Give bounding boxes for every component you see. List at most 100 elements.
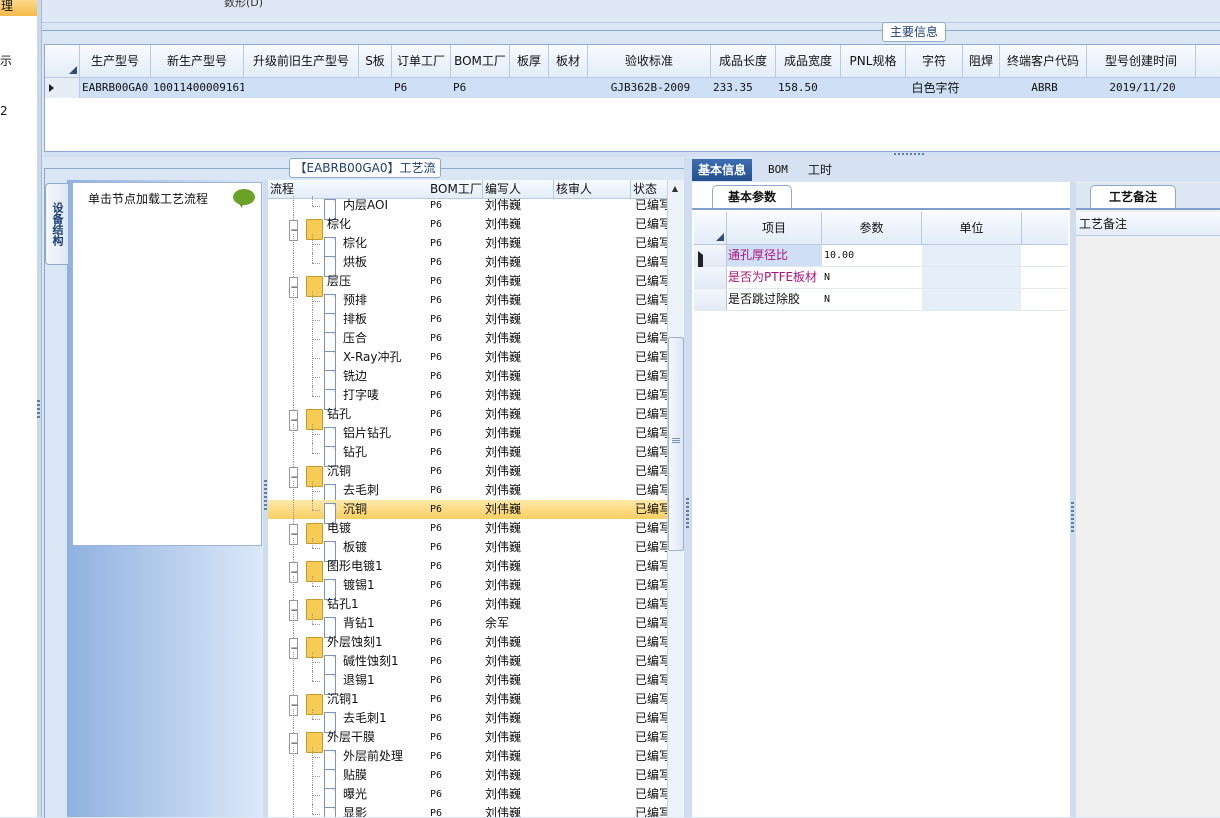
tree-row[interactable]: 烘板 P6 刘伟巍 已编写 bbox=[268, 253, 667, 277]
param-unit[interactable] bbox=[922, 289, 1021, 310]
tab-basic-params[interactable]: 基本参数 bbox=[712, 185, 792, 208]
tree-scroll-thumb[interactable] bbox=[668, 337, 684, 551]
nav-item-label[interactable]: 2 bbox=[0, 104, 8, 118]
main-cell[interactable]: 白色字符 bbox=[906, 78, 963, 98]
tree-row[interactable]: 外层前处理 P6 刘伟巍 已编写 bbox=[268, 747, 667, 771]
main-cell[interactable] bbox=[510, 78, 549, 98]
tree-row[interactable]: 去毛刺 P6 刘伟巍 已编写 bbox=[268, 481, 667, 505]
param-row[interactable]: 是否跳过除胶 N bbox=[694, 289, 1068, 311]
param-unit[interactable] bbox=[922, 267, 1021, 288]
main-col-header[interactable]: 新生产型号 bbox=[151, 45, 244, 78]
param-row[interactable]: 通孔厚径比 10.00 bbox=[694, 245, 1068, 280]
tree-row[interactable]: 压合 P6 刘伟巍 已编写 bbox=[268, 329, 667, 353]
main-col-header[interactable]: BOM工厂 bbox=[451, 45, 510, 78]
main-cell[interactable]: EABRB00GA0 bbox=[80, 78, 151, 98]
main-cell[interactable]: 158.50 bbox=[776, 78, 841, 98]
nav-item-active[interactable]: 理 bbox=[0, 0, 38, 16]
nav-item-label[interactable]: 示 bbox=[0, 52, 12, 69]
main-cell[interactable]: P6 bbox=[451, 78, 510, 98]
row-indicator[interactable] bbox=[694, 289, 727, 310]
main-col-header[interactable]: 验收标准 bbox=[588, 45, 711, 78]
tree-row[interactable]: −电镀P6刘伟巍已编写 bbox=[268, 519, 667, 545]
tree-row[interactable]: 板镀 P6 刘伟巍 已编写 bbox=[268, 538, 667, 562]
tree-row[interactable]: −外层蚀刻1P6刘伟巍已编写 bbox=[268, 633, 667, 659]
tab-bom[interactable]: BOM bbox=[762, 159, 794, 181]
tree-row[interactable]: −钻孔P6刘伟巍已编写 bbox=[268, 405, 667, 431]
note-col-header[interactable]: 工艺备注 bbox=[1076, 212, 1220, 236]
tree-row[interactable]: 预排 P6 刘伟巍 已编写 bbox=[268, 291, 667, 315]
main-col-header[interactable]: 板材 bbox=[549, 45, 588, 78]
row-indicator[interactable] bbox=[694, 245, 727, 280]
tab-device-structure[interactable]: 设备结构 bbox=[45, 183, 68, 265]
tree-row[interactable]: −沉铜1P6刘伟巍已编写 bbox=[268, 690, 667, 716]
param-value[interactable]: N bbox=[822, 289, 922, 310]
scroll-up-icon[interactable]: ▲ bbox=[668, 182, 682, 196]
param-value[interactable]: 10.00 bbox=[822, 245, 922, 266]
tree-row[interactable]: X-Ray冲孔 P6 刘伟巍 已编写 bbox=[268, 348, 667, 372]
middle-splitter[interactable] bbox=[684, 158, 692, 817]
tree-row[interactable]: −钻孔1P6刘伟巍已编写 bbox=[268, 595, 667, 621]
tree-cell-name: 外层蚀刻1 bbox=[327, 635, 383, 649]
tree-row[interactable]: 排板 P6 刘伟巍 已编写 bbox=[268, 310, 667, 334]
tree-row[interactable]: −棕化P6刘伟巍已编写 bbox=[268, 215, 667, 241]
tree-row[interactable]: −图形电镀1P6刘伟巍已编写 bbox=[268, 557, 667, 583]
main-col-header[interactable]: 成品宽度 bbox=[776, 45, 841, 78]
main-col-header[interactable]: 字符 bbox=[906, 45, 963, 78]
tab-process-notes[interactable]: 工艺备注 bbox=[1090, 185, 1176, 208]
tree-row[interactable]: −层压P6刘伟巍已编写 bbox=[268, 272, 667, 298]
grid-corner[interactable] bbox=[45, 45, 80, 78]
tree-row[interactable]: −外层干膜P6刘伟巍已编写 bbox=[268, 728, 667, 754]
main-cell[interactable] bbox=[841, 78, 906, 98]
tree-row[interactable]: 贴膜 P6 刘伟巍 已编写 bbox=[268, 766, 667, 790]
main-col-header[interactable]: 生产型号 bbox=[80, 45, 151, 78]
horizontal-splitter[interactable] bbox=[44, 152, 1220, 157]
param-col-header[interactable]: 项目 bbox=[727, 212, 822, 245]
param-col-header[interactable]: 参数 bbox=[822, 212, 922, 245]
tab-basic-info[interactable]: 基本信息 bbox=[692, 159, 753, 181]
main-col-header[interactable]: 订单工厂 bbox=[392, 45, 451, 78]
tree-row[interactable]: 碱性蚀刻1 P6 刘伟巍 已编写 bbox=[268, 652, 667, 676]
tree-row[interactable]: 背钻1 P6 余军 已编写 bbox=[268, 614, 667, 638]
main-cell[interactable]: 233.35 bbox=[711, 78, 776, 98]
tab-worktime[interactable]: 工时 bbox=[802, 159, 838, 181]
tree-row[interactable]: 铝片钻孔 P6 刘伟巍 已编写 bbox=[268, 424, 667, 448]
main-col-header[interactable]: 升级前旧生产型号 bbox=[244, 45, 359, 78]
tree-row[interactable]: 内层AOI P6 刘伟巍 已编写 bbox=[268, 196, 667, 220]
tree-row[interactable]: 显影 P6 刘伟巍 已编写 bbox=[268, 804, 667, 817]
main-col-header[interactable]: 阻焊 bbox=[963, 45, 1000, 78]
tree-row[interactable]: 钻孔 P6 刘伟巍 已编写 bbox=[268, 443, 667, 467]
grid-corner[interactable] bbox=[694, 212, 727, 245]
main-cell[interactable]: 10011400009161 bbox=[151, 78, 244, 98]
main-cell[interactable]: ABRB bbox=[1000, 78, 1087, 98]
main-col-header[interactable]: 终端客户代码 bbox=[1000, 45, 1087, 78]
main-cell[interactable] bbox=[244, 78, 359, 98]
main-cell[interactable] bbox=[549, 78, 588, 98]
tree-row[interactable]: 镀锡1 P6 刘伟巍 已编写 bbox=[268, 576, 667, 600]
main-col-header[interactable]: 板厚 bbox=[510, 45, 549, 78]
param-value[interactable]: N bbox=[822, 267, 922, 288]
tree-row[interactable]: 铣边 P6 刘伟巍 已编写 bbox=[268, 367, 667, 391]
main-col-header[interactable]: 成品长度 bbox=[711, 45, 776, 78]
tree-row[interactable]: 棕化 P6 刘伟巍 已编写 bbox=[268, 234, 667, 258]
param-unit[interactable] bbox=[922, 245, 1021, 266]
main-cell[interactable]: 2019/11/20 bbox=[1087, 78, 1196, 98]
param-row[interactable]: 是否为PTFE板材 N bbox=[694, 267, 1068, 289]
tree-row[interactable]: 打字唛 P6 刘伟巍 已编写 bbox=[268, 386, 667, 410]
tree-row[interactable]: 去毛刺1 P6 刘伟巍 已编写 bbox=[268, 709, 667, 733]
main-col-header[interactable]: S板 bbox=[359, 45, 392, 78]
tree-row[interactable]: 退锡1 P6 刘伟巍 已编写 bbox=[268, 671, 667, 695]
tree-row[interactable]: −沉铜P6刘伟巍已编写 bbox=[268, 462, 667, 488]
tree-row[interactable]: 曝光 P6 刘伟巍 已编写 bbox=[268, 785, 667, 809]
main-col-header[interactable]: PNL规格 bbox=[841, 45, 906, 78]
main-col-header[interactable]: 型号创建时间 bbox=[1087, 45, 1196, 78]
row-indicator[interactable] bbox=[694, 267, 727, 288]
main-cell[interactable]: P6 bbox=[392, 78, 451, 98]
main-cell[interactable]: GJB362B-2009 bbox=[588, 78, 711, 98]
main-cell[interactable] bbox=[359, 78, 392, 98]
toolbar-cut-text[interactable]: 数形(D) bbox=[224, 0, 263, 10]
row-indicator[interactable] bbox=[45, 78, 80, 98]
tree-cell-status: 已编写 bbox=[635, 445, 667, 459]
main-cell[interactable] bbox=[963, 78, 1000, 98]
tree-row[interactable]: 沉铜 P6 刘伟巍 已编写 bbox=[268, 500, 667, 524]
param-col-header[interactable]: 单位 bbox=[922, 212, 1022, 245]
